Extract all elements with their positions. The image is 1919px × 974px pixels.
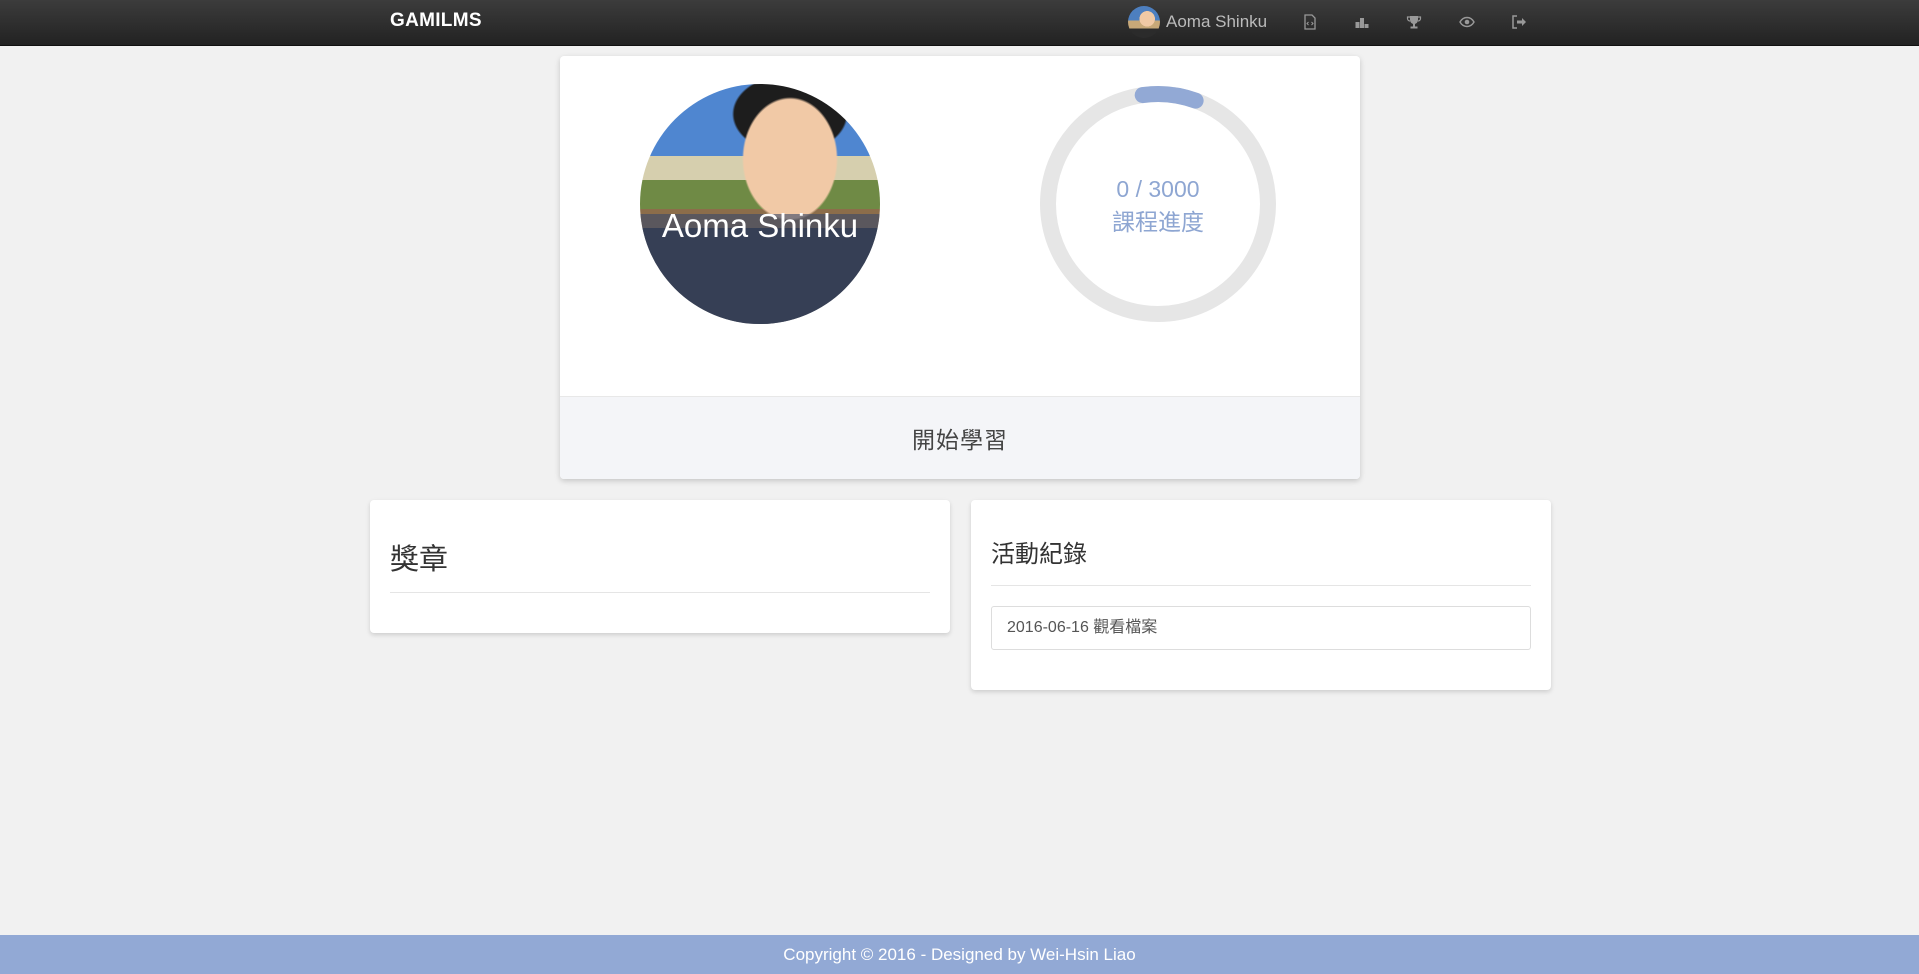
footer: Copyright © 2016 - Designed by Wei-Hsin … [0,935,1919,974]
nav-user-menu[interactable]: Aoma Shinku [1128,6,1267,38]
nav-avatar [1128,6,1160,38]
profile-avatar: Aoma Shinku [640,84,880,324]
progress-value: 0 / 3000 [1116,176,1200,202]
eye-icon[interactable] [1457,12,1477,32]
activity-title: 活動紀錄 [991,541,1087,568]
profile-name: Aoma Shinku [661,207,859,244]
activity-divider [991,585,1531,586]
progress-ring-fill [1134,86,1204,109]
progress-label: 課程進度 [1112,209,1204,235]
badges-panel: 獎章 [370,500,950,633]
podium-icon[interactable] [1352,12,1372,32]
brand-logo[interactable]: GAMILMS [390,0,482,46]
profile-card: Aoma Shinku 0 / 3000 課程進度 開始學習 [560,56,1360,479]
logout-icon[interactable] [1509,12,1529,32]
activity-panel: 活動紀錄 2016-06-16 觀看檔案 [971,500,1551,690]
badges-divider [390,592,930,593]
progress-readout: 0 / 3000 課程進度 [1038,173,1278,239]
badges-title: 獎章 [390,544,449,576]
file-code-icon[interactable] [1300,12,1320,32]
trophy-icon[interactable] [1404,12,1424,32]
start-learning-button[interactable]: 開始學習 [560,396,1360,479]
top-navbar: GAMILMS Aoma Shinku [0,0,1919,46]
nav-username: Aoma Shinku [1166,12,1268,31]
activity-list-item[interactable]: 2016-06-16 觀看檔案 [991,606,1531,650]
